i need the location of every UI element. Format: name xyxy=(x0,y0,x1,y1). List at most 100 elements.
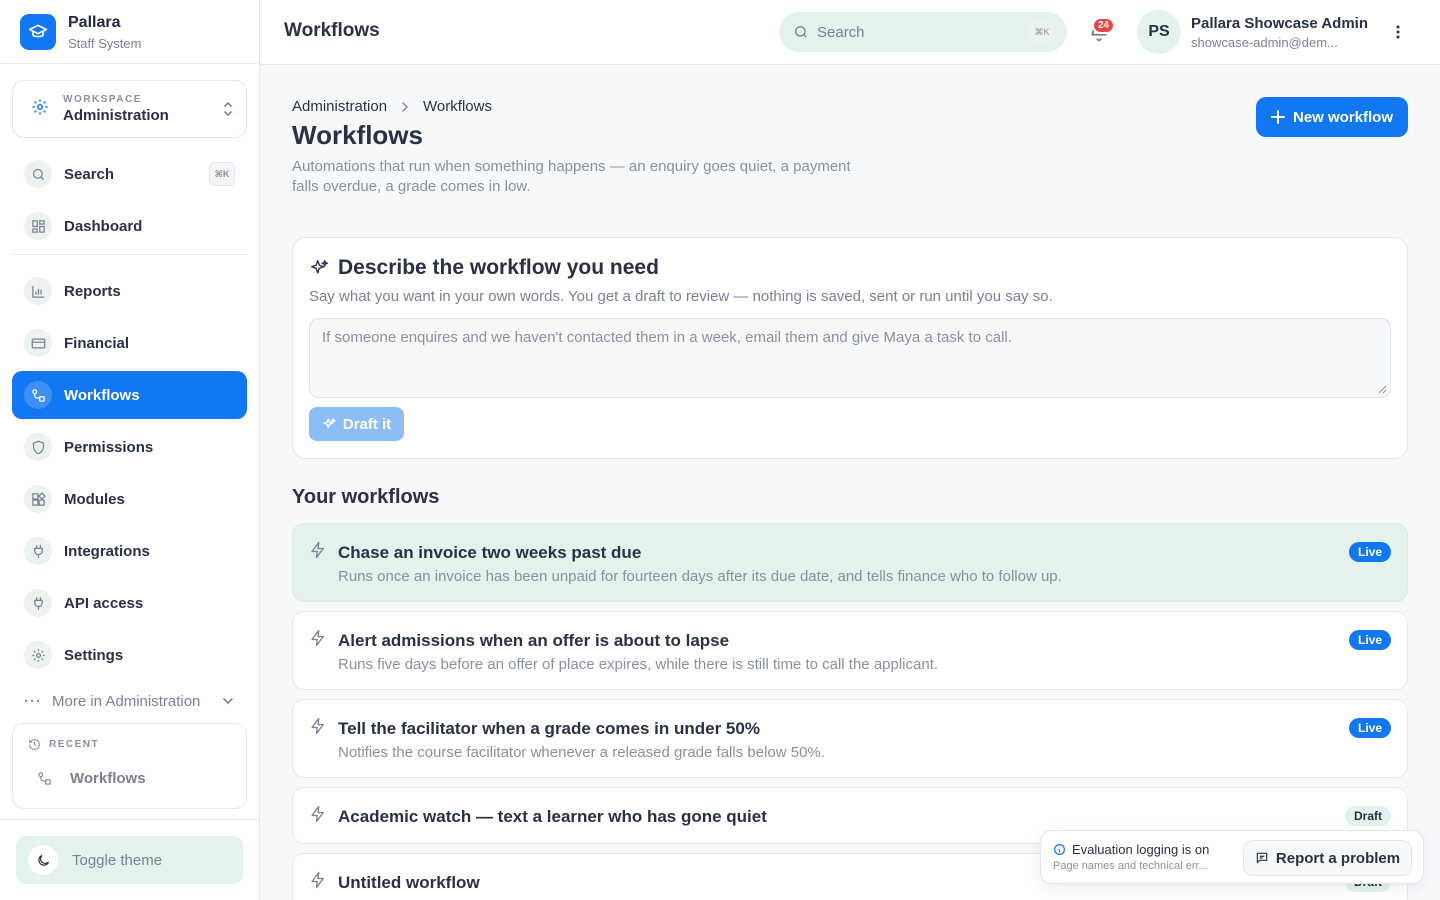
bar-chart-icon xyxy=(24,277,52,305)
more-vertical-icon[interactable] xyxy=(1388,22,1408,42)
new-workflow-button[interactable]: New workflow xyxy=(1256,97,1408,137)
plug-icon xyxy=(24,537,52,565)
search-icon xyxy=(795,26,807,38)
shortcut-hint: ⌘K xyxy=(209,162,235,186)
workflow-description: Runs five days before an offer of place … xyxy=(338,656,939,673)
lightning-icon xyxy=(311,717,324,735)
recent-item-workflows[interactable]: Workflows xyxy=(37,770,146,787)
sidebar-item-reports[interactable]: Reports xyxy=(12,267,247,315)
sidebar-item-label: Financial xyxy=(64,334,130,352)
workflow-card[interactable]: Tell the facilitator when a grade comes … xyxy=(292,699,1408,778)
more-in-administration[interactable]: ··· More in Administration xyxy=(24,690,239,712)
page-title: Workflows xyxy=(292,120,423,150)
sidebar-item-label: API access xyxy=(64,594,144,612)
toast-title: Evaluation logging is on xyxy=(1053,842,1209,857)
sparkles-icon xyxy=(323,417,336,428)
search-input[interactable]: Search ⌘K xyxy=(779,12,1067,52)
lightning-icon xyxy=(311,541,324,559)
sidebar-item-api-access[interactable]: API access xyxy=(12,579,247,627)
message-icon xyxy=(1256,852,1268,864)
avatar[interactable]: PS xyxy=(1137,10,1181,54)
evaluation-logging-toast: Evaluation logging is on Page names and … xyxy=(1040,830,1424,884)
dashboard-icon xyxy=(24,212,52,240)
workflow-title: Chase an invoice two weeks past due xyxy=(338,543,642,562)
workflow-icon xyxy=(24,381,52,409)
lightning-icon xyxy=(311,629,324,647)
sidebar-item-dashboard[interactable]: Dashboard xyxy=(12,202,247,250)
sidebar-item-permissions[interactable]: Permissions xyxy=(12,423,247,471)
more-label: More in Administration xyxy=(52,692,201,710)
toggle-theme-label: Toggle theme xyxy=(72,851,163,869)
workflow-title: Alert admissions when an offer is about … xyxy=(338,631,730,650)
workflow-title: Academic watch — text a learner who has … xyxy=(338,807,767,826)
sparkles-icon xyxy=(310,259,329,274)
plus-icon xyxy=(1270,110,1285,124)
ellipsis-icon: ··· xyxy=(24,692,42,710)
workflow-card[interactable]: Alert admissions when an offer is about … xyxy=(292,611,1408,690)
modules-icon xyxy=(24,485,52,513)
toggle-theme-button[interactable]: Toggle theme xyxy=(16,836,243,884)
sidebar-item-label: Settings xyxy=(64,646,124,664)
describe-subtitle: Say what you want in your own words. You… xyxy=(309,288,1053,305)
plug-icon xyxy=(24,589,52,617)
history-icon xyxy=(29,739,40,750)
recent-panel: RECENT Workflows xyxy=(12,723,247,809)
chevron-up-down-icon xyxy=(222,100,234,123)
workflow-title: Tell the facilitator when a grade comes … xyxy=(338,719,760,738)
chevron-right-icon xyxy=(400,101,410,112)
search-placeholder: Search xyxy=(817,23,865,41)
breadcrumb: Administration Workflows xyxy=(292,98,492,115)
resize-grip-icon xyxy=(1378,385,1387,394)
input-placeholder: If someone enquires and we haven't conta… xyxy=(322,329,1012,346)
status-badge: Live xyxy=(1348,718,1391,738)
sidebar-item-label: Reports xyxy=(64,282,121,300)
shield-icon xyxy=(24,433,52,461)
sidebar-item-label: Workflows xyxy=(64,386,140,404)
describe-workflow-card: Describe the workflow you need Say what … xyxy=(292,237,1408,459)
sidebar-item-search[interactable]: Search ⌘K xyxy=(12,150,247,198)
page-description: Automations that run when something happ… xyxy=(292,158,851,195)
recent-label: RECENT xyxy=(49,739,100,750)
workspace-switcher[interactable]: WORKSPACE Administration xyxy=(12,80,247,138)
sidebar-item-workflows[interactable]: Workflows xyxy=(12,371,247,419)
search-icon xyxy=(24,160,52,188)
user-email: showcase-admin@dem... xyxy=(1191,35,1338,50)
topbar: Workflows Search ⌘K 24 PS Pallara Showca… xyxy=(260,0,1440,65)
workflow-card[interactable]: Chase an invoice two weeks past due Runs… xyxy=(292,523,1408,602)
breadcrumb-administration[interactable]: Administration xyxy=(292,98,387,115)
draft-it-button[interactable]: Draft it xyxy=(309,407,404,441)
sidebar-item-settings[interactable]: Settings xyxy=(12,631,247,679)
breadcrumb-workflows: Workflows xyxy=(423,98,492,115)
report-problem-button[interactable]: Report a problem xyxy=(1243,840,1412,876)
workflow-description: Notifies the course facilitator whenever… xyxy=(338,744,825,761)
nav-divider xyxy=(12,254,247,255)
describe-title: Describe the workflow you need xyxy=(309,256,659,280)
gear-icon xyxy=(31,98,49,121)
brand: Pallara Staff System xyxy=(0,0,259,64)
search-shortcut: ⌘K xyxy=(1029,22,1055,42)
workspace-label: WORKSPACE xyxy=(63,94,142,105)
sidebar-item-integrations[interactable]: Integrations xyxy=(12,527,247,575)
status-badge: Live xyxy=(1348,630,1391,650)
credit-card-icon xyxy=(24,329,52,357)
graduation-cap-icon xyxy=(20,13,56,50)
notification-badge: 24 xyxy=(1092,17,1116,34)
chevron-down-icon xyxy=(221,694,235,712)
sidebar-item-label: Search xyxy=(64,165,115,183)
user-name: Pallara Showcase Admin xyxy=(1191,15,1369,32)
sidebar-item-financial[interactable]: Financial xyxy=(12,319,247,367)
lightning-icon xyxy=(311,871,324,889)
sidebar-item-modules[interactable]: Modules xyxy=(12,475,247,523)
workflow-description: Runs once an invoice has been unpaid for… xyxy=(338,568,1062,585)
recent-item-label: Workflows xyxy=(70,770,146,787)
brand-subtitle: Staff System xyxy=(68,35,142,51)
sidebar-item-label: Permissions xyxy=(64,438,154,456)
workspace-value: Administration xyxy=(63,107,169,124)
workflow-description-input[interactable]: If someone enquires and we haven't conta… xyxy=(309,318,1391,398)
workflow-title: Untitled workflow xyxy=(338,873,480,892)
sidebar-divider xyxy=(0,819,259,820)
workflow-icon xyxy=(38,772,51,785)
sidebar-item-label: Integrations xyxy=(64,542,150,560)
topbar-title: Workflows xyxy=(284,20,380,41)
sidebar-item-label: Modules xyxy=(64,490,125,508)
